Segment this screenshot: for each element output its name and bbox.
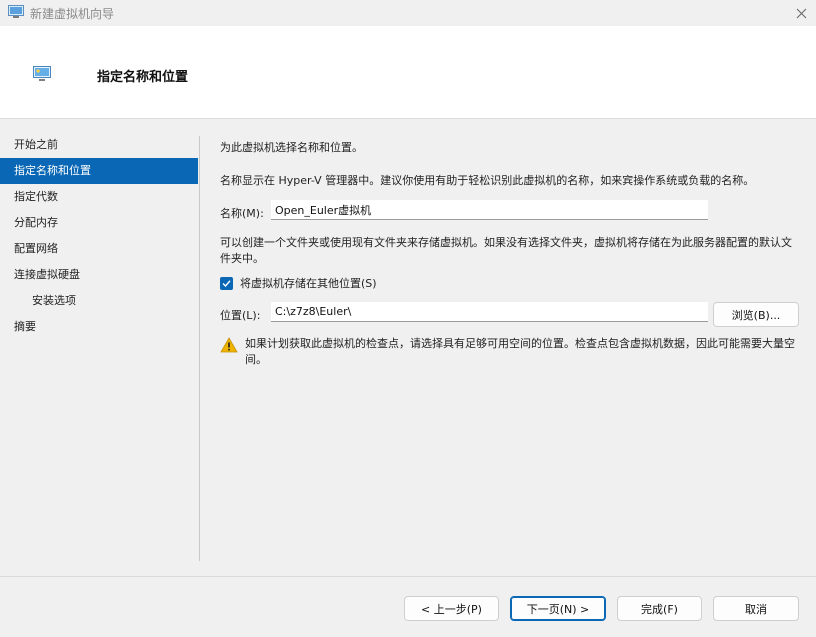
location-input[interactable]: [271, 302, 708, 322]
checkmark-icon: [222, 280, 231, 288]
wizard-steps: 开始之前 指定名称和位置 指定代数 分配内存 配置网络 连接虚拟硬盘 安装选项 …: [0, 132, 198, 340]
name-hint-text: 名称显示在 Hyper-V 管理器中。建议你使用有助于轻松识别此虚拟机的名称，如…: [220, 174, 755, 187]
footer-divider: [0, 576, 816, 577]
step-label: 连接虚拟硬盘: [14, 268, 80, 281]
warning-text-line1: 如果计划获取此虚拟机的检查点，请选择具有足够可用空间的位置。检查点包含虚拟机数据…: [245, 337, 795, 350]
step-specify-generation[interactable]: 指定代数: [0, 184, 198, 210]
step-connect-virtual-disk[interactable]: 连接虚拟硬盘: [0, 262, 198, 288]
folder-hint-line1: 可以创建一个文件夹或使用现有文件夹来存储虚拟机。如果没有选择文件夹，虚拟机将存储…: [220, 236, 792, 249]
warning-icon: [220, 337, 238, 353]
step-label: 指定名称和位置: [14, 164, 91, 177]
next-button-label: 下一页(N) >: [526, 602, 590, 616]
step-label: 开始之前: [14, 138, 58, 151]
next-button[interactable]: 下一页(N) >: [510, 596, 606, 621]
window-title: 新建虚拟机向导: [30, 7, 115, 21]
step-label: 配置网络: [14, 242, 58, 255]
previous-button[interactable]: < 上一步(P): [404, 596, 499, 621]
step-installation-options[interactable]: 安装选项: [0, 288, 198, 314]
sidebar-divider: [199, 136, 200, 561]
step-before-you-begin[interactable]: 开始之前: [0, 132, 198, 158]
finish-button[interactable]: 完成(F): [617, 596, 702, 621]
hyperv-app-icon: [8, 5, 24, 18]
browse-button-label: 浏览(B)...: [731, 308, 781, 322]
store-elsewhere-checkbox[interactable]: [220, 277, 233, 290]
previous-button-label: < 上一步(P): [421, 602, 482, 616]
step-label: 摘要: [14, 320, 36, 333]
browse-button[interactable]: 浏览(B)...: [713, 302, 799, 327]
warning-text-line2: 间。: [245, 353, 267, 366]
close-icon: [796, 8, 806, 18]
cancel-button[interactable]: 取消: [713, 596, 799, 621]
step-specify-name-location[interactable]: 指定名称和位置: [0, 158, 198, 184]
title-bar: 新建虚拟机向导: [0, 0, 816, 26]
close-button[interactable]: [786, 0, 816, 26]
store-elsewhere-label[interactable]: 将虚拟机存储在其他位置(S): [240, 276, 377, 292]
location-label: 位置(L):: [220, 309, 261, 322]
wizard-header: 指定名称和位置: [0, 26, 816, 119]
finish-button-label: 完成(F): [641, 602, 678, 616]
intro-text: 为此虚拟机选择名称和位置。: [220, 141, 363, 154]
step-label: 分配内存: [14, 216, 58, 229]
cancel-button-label: 取消: [745, 602, 767, 616]
folder-hint-line2: 件夹中。: [220, 252, 264, 265]
page-title: 指定名称和位置: [97, 70, 189, 85]
step-summary[interactable]: 摘要: [0, 314, 198, 340]
step-assign-memory[interactable]: 分配内存: [0, 210, 198, 236]
step-configure-network[interactable]: 配置网络: [0, 236, 198, 262]
wizard-icon: [33, 66, 51, 81]
step-label: 安装选项: [32, 294, 76, 307]
name-label: 名称(M):: [220, 207, 264, 220]
vm-name-input[interactable]: [271, 200, 708, 220]
step-label: 指定代数: [14, 190, 58, 203]
